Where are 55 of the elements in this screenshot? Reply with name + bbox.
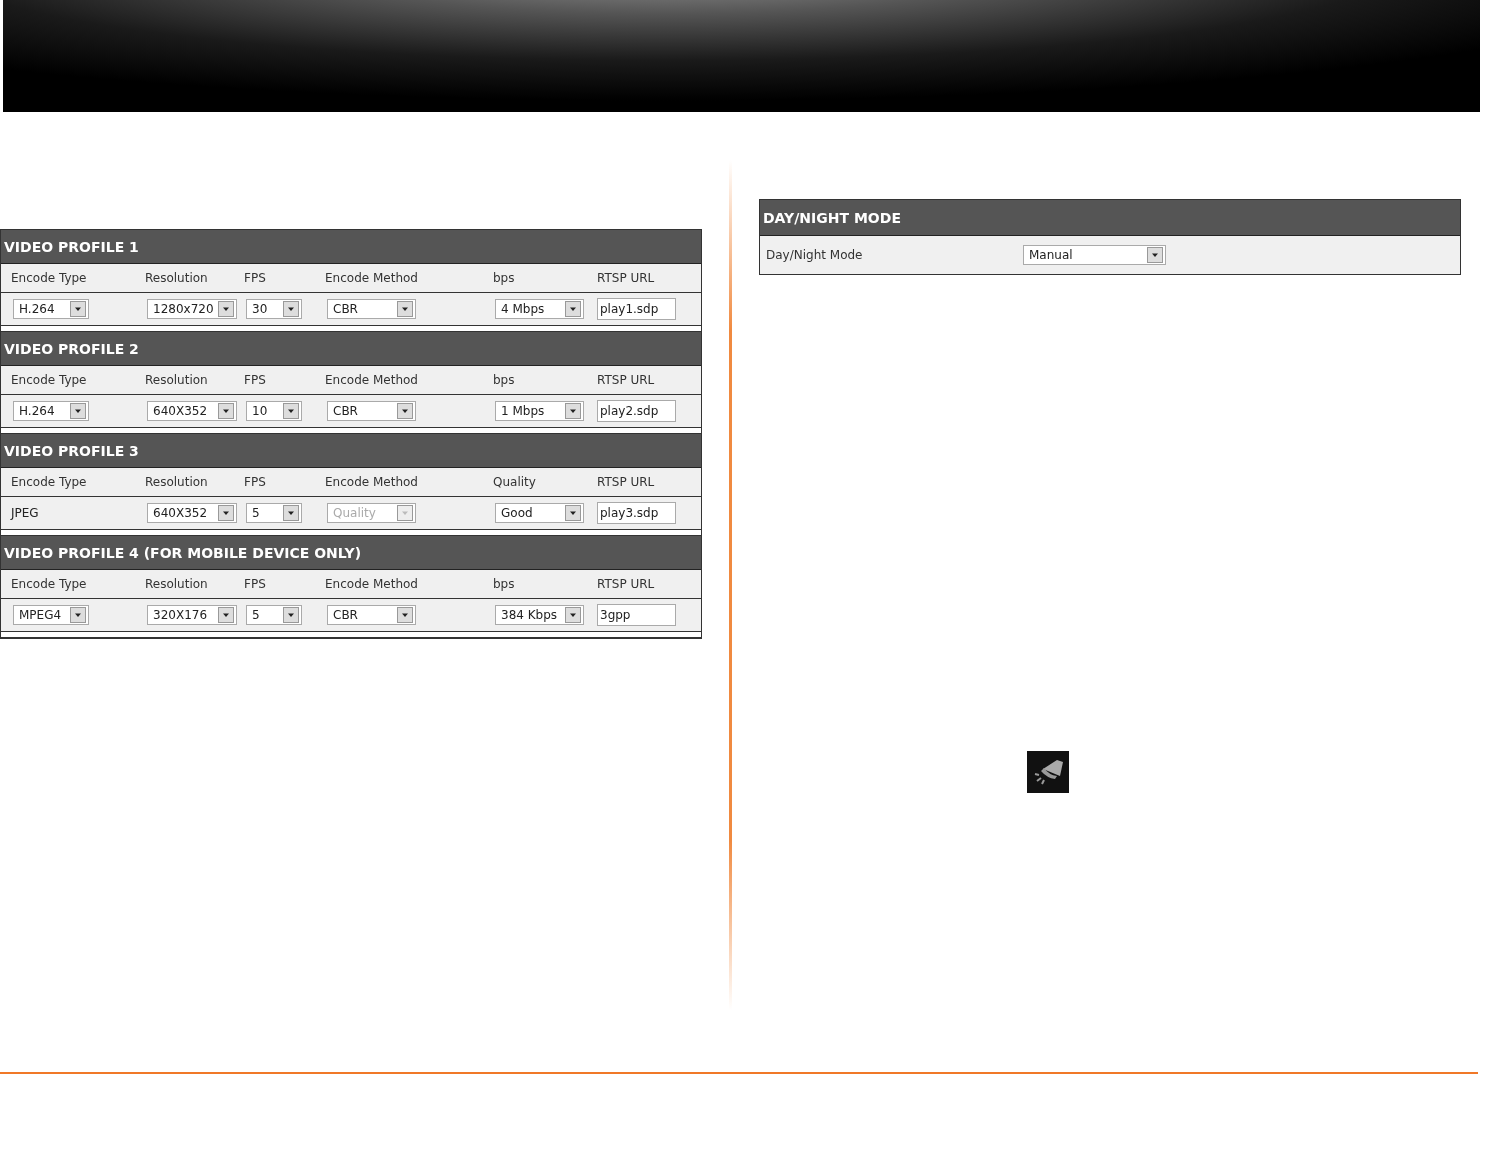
dropdown[interactable]: 384 Kbps <box>495 605 584 625</box>
dropdown[interactable]: 640X352 <box>147 503 237 523</box>
section-title: VIDEO PROFILE 1 <box>4 238 139 255</box>
column-label: Encode Type <box>11 271 88 285</box>
dropdown[interactable]: 1 Mbps <box>495 401 584 421</box>
text-field[interactable]: play2.sdp <box>597 400 676 422</box>
column-label: RTSP URL <box>597 577 656 591</box>
column-label: Encode Method <box>325 271 419 285</box>
dropdown[interactable]: CBR <box>327 605 416 625</box>
section-title: VIDEO PROFILE 2 <box>4 340 139 357</box>
dropdown[interactable]: 640X352 <box>147 401 237 421</box>
column-label: Encode Method <box>325 475 419 489</box>
column-label: Quality <box>493 475 537 489</box>
text-field[interactable]: play3.sdp <box>597 502 676 524</box>
dropdown[interactable]: 5 <box>246 503 302 523</box>
column-label: Encode Type <box>11 373 88 387</box>
dropdown[interactable]: Good <box>495 503 584 523</box>
dropdown[interactable]: 4 Mbps <box>495 299 584 319</box>
column-label: bps <box>493 271 516 285</box>
column-label: FPS <box>244 577 267 591</box>
column-label: RTSP URL <box>597 373 656 387</box>
column-label: bps <box>493 373 516 387</box>
field-label: Day/Night Mode <box>766 248 864 262</box>
dropdown[interactable]: 1280x720 <box>147 299 237 319</box>
column-label: Encode Method <box>325 373 419 387</box>
dropdown[interactable]: CBR <box>327 299 416 319</box>
column-label: Encode Type <box>11 475 88 489</box>
column-label: Encode Method <box>325 577 419 591</box>
column-label: Resolution <box>145 475 209 489</box>
dropdown[interactable]: H.264 <box>13 401 89 421</box>
dropdown[interactable]: 320X176 <box>147 605 237 625</box>
encode-type-value: JPEG <box>11 506 39 520</box>
column-label: FPS <box>244 475 267 489</box>
dropdown[interactable]: 30 <box>246 299 302 319</box>
dropdown[interactable]: Manual <box>1023 245 1166 265</box>
dropdown[interactable]: CBR <box>327 401 416 421</box>
section-title: VIDEO PROFILE 3 <box>4 442 139 459</box>
column-label: Resolution <box>145 373 209 387</box>
column-label: RTSP URL <box>597 271 656 285</box>
text-field[interactable]: 3gpp <box>597 604 676 626</box>
column-label: FPS <box>244 373 267 387</box>
text-field[interactable]: play1.sdp <box>597 298 676 320</box>
column-label: bps <box>493 577 516 591</box>
lamp-icon <box>1027 751 1069 793</box>
dropdown[interactable]: H.264 <box>13 299 89 319</box>
column-label: Resolution <box>145 271 209 285</box>
column-label: Resolution <box>145 577 209 591</box>
dropdown[interactable]: 5 <box>246 605 302 625</box>
dropdown[interactable]: 10 <box>246 401 302 421</box>
column-label: FPS <box>244 271 267 285</box>
section-title: VIDEO PROFILE 4 (FOR MOBILE DEVICE ONLY) <box>4 544 362 561</box>
column-label: RTSP URL <box>597 475 656 489</box>
dropdown[interactable]: MPEG4 <box>13 605 89 625</box>
column-label: Encode Type <box>11 577 88 591</box>
section-title: DAY/NIGHT MODE <box>763 209 901 226</box>
